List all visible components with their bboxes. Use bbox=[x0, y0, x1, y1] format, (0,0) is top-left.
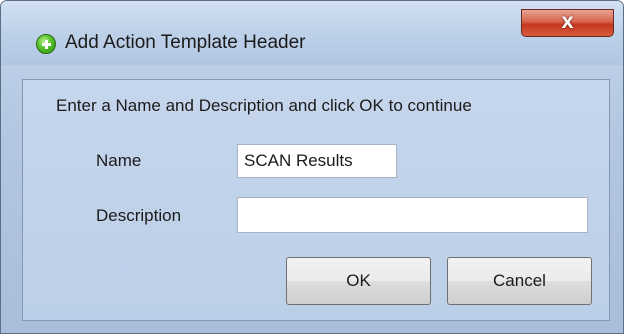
cancel-button[interactable]: Cancel bbox=[447, 257, 592, 305]
title-bar[interactable]: Add Action Template Header X bbox=[1, 1, 623, 65]
dialog-body: Enter a Name and Description and click O… bbox=[22, 79, 610, 321]
ok-button[interactable]: OK bbox=[286, 257, 431, 305]
description-label: Description bbox=[96, 206, 182, 225]
close-button[interactable]: X bbox=[521, 9, 614, 37]
green-plus-icon bbox=[36, 34, 56, 54]
dialog-content: Enter a Name and Description and click O… bbox=[23, 80, 609, 320]
description-field[interactable] bbox=[237, 197, 588, 233]
dialog-window: Add Action Template Header X Enter a Nam… bbox=[0, 0, 624, 334]
window-title: Add Action Template Header bbox=[65, 32, 306, 53]
instruction-text: Enter a Name and Description and click O… bbox=[56, 96, 472, 115]
close-icon: X bbox=[561, 13, 574, 32]
name-label: Name bbox=[96, 151, 142, 170]
name-field[interactable] bbox=[237, 144, 397, 178]
